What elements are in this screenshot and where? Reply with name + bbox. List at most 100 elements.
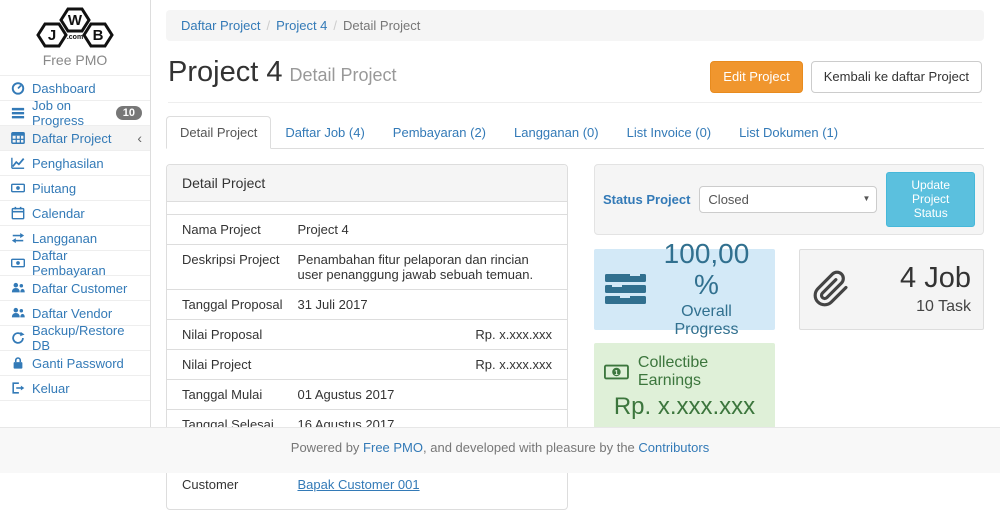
- row-value: 31 Juli 2017: [297, 289, 567, 319]
- breadcrumb: Daftar Project/Project 4/Detail Project: [166, 10, 984, 41]
- job-count-badge: 10: [116, 106, 142, 120]
- sidebar-item-calendar[interactable]: Calendar: [0, 201, 150, 226]
- update-status-button[interactable]: Update Project Status: [886, 172, 975, 227]
- contributors-link[interactable]: Contributors: [638, 440, 709, 455]
- row-value: Rp. x.xxx.xxx: [297, 319, 567, 349]
- row-value: Bapak Customer 001: [297, 469, 567, 499]
- table-row: Nilai Proposal Rp. x.xxx.xxx: [167, 319, 567, 349]
- sidebar-item-label: Penghasilan: [32, 156, 104, 171]
- overall-progress-box: 100,00 % Overall Progress: [594, 249, 775, 330]
- sidebar-item-label: Daftar Customer: [32, 281, 127, 296]
- sidebar-item-backup-restore[interactable]: Backup/Restore DB: [0, 326, 150, 351]
- jwb-logo-icon: J B W .com: [25, 5, 125, 51]
- users-icon: [10, 281, 25, 295]
- status-project-bar: Status Project Closed Update Project Sta…: [594, 164, 984, 235]
- app-name: Free PMO: [0, 52, 150, 68]
- sidebar-item-job-on-progress[interactable]: Job on Progress 10: [0, 101, 150, 126]
- footer: Powered by Free PMO, and developed with …: [0, 427, 1000, 473]
- breadcrumb-separator: /: [260, 18, 276, 33]
- row-value: Project 4: [297, 214, 567, 244]
- row-label: Nama Project: [167, 214, 297, 244]
- money-icon: [10, 181, 25, 195]
- earnings-box: 1 Collectibe Earnings Rp. x.xxx.xxx: [594, 343, 775, 434]
- paperclip-icon: [812, 270, 850, 308]
- progress-text: 100,00 % Overall Progress: [648, 239, 765, 339]
- earnings-header: 1 Collectibe Earnings: [604, 354, 765, 390]
- sidebar-item-label: Job on Progress: [32, 98, 109, 128]
- money-icon: 1: [604, 364, 629, 380]
- tab-pembayaran[interactable]: Pembayaran (2): [379, 116, 500, 149]
- sidebar-item-ganti-password[interactable]: Ganti Password: [0, 351, 150, 376]
- sidebar-item-label: Daftar Vendor: [32, 306, 112, 321]
- sidebar-menu: Dashboard Job on Progress 10 Daftar Proj…: [0, 75, 150, 401]
- row-label: Nilai Project: [167, 349, 297, 379]
- table-row: Tanggal Proposal 31 Juli 2017: [167, 289, 567, 319]
- chevron-left-icon: ‹: [137, 131, 142, 145]
- sidebar: J B W .com Free PMO Dashboard Job on Pro…: [0, 0, 151, 427]
- jobs-text: 4 Job 10 Task: [850, 263, 971, 316]
- breadcrumb-daftar-project[interactable]: Daftar Project: [181, 18, 260, 33]
- row-label: Nilai Proposal: [167, 319, 297, 349]
- progress-value: 100,00 %: [648, 239, 765, 301]
- footer-text: Powered by: [291, 440, 363, 455]
- tab-langganan[interactable]: Langganan (0): [500, 116, 613, 149]
- table-row: Customer Bapak Customer 001: [167, 469, 567, 499]
- earnings-value: Rp. x.xxx.xxx: [604, 393, 765, 421]
- header-buttons: Edit Project Kembali ke daftar Project: [710, 56, 982, 93]
- sidebar-item-penghasilan[interactable]: Penghasilan: [0, 151, 150, 176]
- sidebar-item-label: Daftar Project: [32, 131, 111, 146]
- tasks-icon: [10, 106, 25, 120]
- users-icon: [10, 306, 25, 320]
- tasks-count: 10 Task: [850, 298, 971, 316]
- breadcrumb-separator: /: [327, 18, 343, 33]
- sidebar-item-daftar-pembayaran[interactable]: Daftar Pembayaran: [0, 251, 150, 276]
- svg-text:B: B: [93, 27, 104, 44]
- sidebar-item-piutang[interactable]: Piutang: [0, 176, 150, 201]
- row-label: Deskripsi Project: [167, 244, 297, 289]
- sidebar-item-daftar-customer[interactable]: Daftar Customer: [0, 276, 150, 301]
- sign-out-icon: [10, 381, 25, 395]
- sidebar-item-label: Keluar: [32, 381, 70, 396]
- table-row: Tanggal Mulai 01 Agustus 2017: [167, 379, 567, 409]
- status-project-label: Status Project: [603, 192, 690, 207]
- jobs-value: 4 Job: [850, 263, 971, 295]
- tab-list-invoice[interactable]: List Invoice (0): [613, 116, 726, 149]
- tab-detail-project[interactable]: Detail Project: [166, 116, 271, 149]
- tab-list-dokumen[interactable]: List Dokumen (1): [725, 116, 852, 149]
- dashboard-icon: [10, 81, 25, 95]
- page-title-text: Project 4: [168, 56, 282, 88]
- sidebar-item-label: Backup/Restore DB: [32, 323, 142, 353]
- svg-text:1: 1: [614, 368, 618, 377]
- exchange-icon: [10, 231, 25, 245]
- breadcrumb-current: Detail Project: [343, 18, 420, 33]
- sidebar-item-label: Dashboard: [32, 81, 96, 96]
- status-select[interactable]: Closed: [699, 186, 877, 213]
- tasks-icon: [604, 271, 648, 307]
- sidebar-item-label: Piutang: [32, 181, 76, 196]
- logo[interactable]: J B W .com Free PMO: [0, 0, 150, 68]
- sidebar-item-keluar[interactable]: Keluar: [0, 376, 150, 401]
- customer-link[interactable]: Bapak Customer 001: [297, 477, 419, 492]
- page-header: Project 4Detail Project Edit Project Kem…: [168, 56, 982, 103]
- row-label: Tanggal Mulai: [167, 379, 297, 409]
- edit-project-button[interactable]: Edit Project: [710, 61, 802, 93]
- progress-caption: Overall Progress: [648, 303, 765, 339]
- table-row: Nama Project Project 4: [167, 214, 567, 244]
- sidebar-item-daftar-project[interactable]: Daftar Project ‹: [0, 126, 150, 151]
- panel-title: Detail Project: [167, 165, 567, 202]
- calendar-icon: [10, 206, 25, 220]
- back-to-list-button[interactable]: Kembali ke daftar Project: [811, 61, 982, 93]
- row-value: Penambahan fitur pelaporan dan rincian u…: [297, 244, 567, 289]
- footer-text: , and developed with pleasure by the: [423, 440, 638, 455]
- sidebar-item-label: Langganan: [32, 231, 97, 246]
- free-pmo-link[interactable]: Free PMO: [363, 440, 423, 455]
- breadcrumb-project-4[interactable]: Project 4: [276, 18, 327, 33]
- tab-daftar-job[interactable]: Daftar Job (4): [271, 116, 378, 149]
- lock-icon: [10, 356, 25, 370]
- sidebar-item-label: Calendar: [32, 206, 85, 221]
- jobs-box: 4 Job 10 Task: [799, 249, 984, 330]
- earnings-caption: Collectibe Earnings: [638, 354, 765, 390]
- page-title: Project 4Detail Project: [168, 56, 397, 89]
- row-value: Rp. x.xxx.xxx: [297, 349, 567, 379]
- status-select-wrap: Closed: [699, 186, 877, 213]
